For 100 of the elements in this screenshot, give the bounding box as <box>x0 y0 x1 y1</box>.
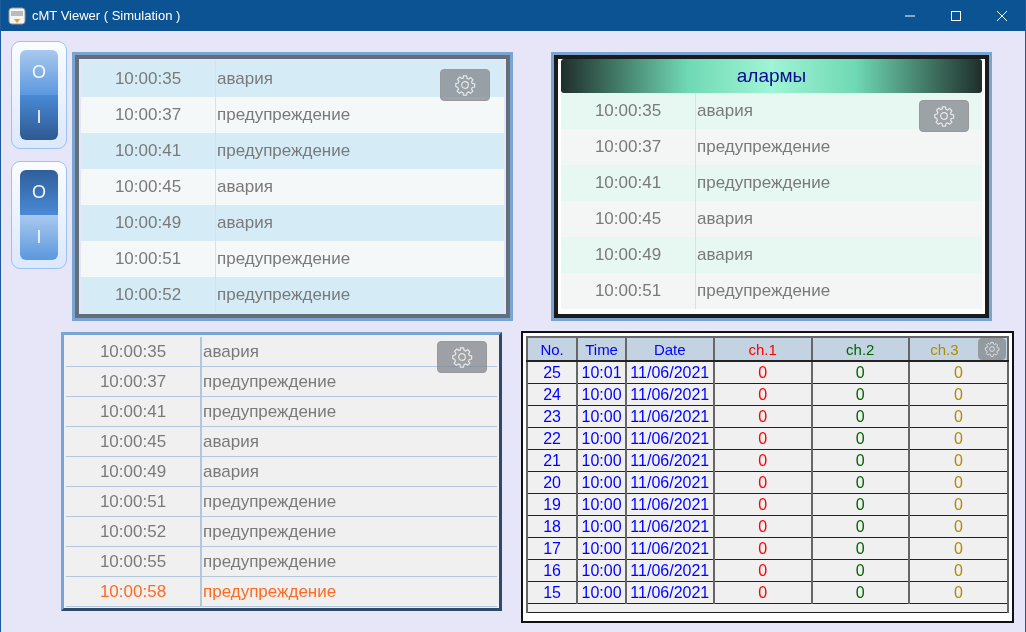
alarm-message: авария <box>216 177 273 197</box>
alarm-message: авария <box>202 431 259 452</box>
table-cell: 0 <box>908 581 1008 604</box>
alarm-message: предупреждение <box>216 285 351 305</box>
table-cell: 20 <box>527 471 578 494</box>
table-cell: 11/06/2021 <box>625 559 714 582</box>
table-cell: 18 <box>527 515 578 538</box>
settings-button[interactable] <box>437 341 487 373</box>
table-cell: 0 <box>908 471 1008 494</box>
alarm-time: 10:00:41 <box>66 397 202 426</box>
table-cell: 0 <box>713 361 812 384</box>
table-cell: 10:00 <box>577 471 626 494</box>
alarm-time: 10:00:55 <box>66 547 202 576</box>
table-cell: 10:00 <box>577 581 626 604</box>
alarm-message: предупреждение <box>216 141 351 161</box>
switch-label: I <box>20 95 58 140</box>
table-cell: 0 <box>713 581 812 604</box>
settings-icon <box>454 74 476 96</box>
table-cell: 0 <box>908 449 1008 472</box>
table-cell: 0 <box>713 515 812 538</box>
column-header: Time <box>577 337 626 361</box>
table-cell: 0 <box>811 449 909 472</box>
table-cell: 10:00 <box>577 427 626 450</box>
table-cell: 11/06/2021 <box>625 427 714 450</box>
table-cell: 10:00 <box>577 515 626 538</box>
alarm-message: предупреждение <box>696 173 831 193</box>
alarm-message: предупреждение <box>696 137 831 157</box>
table-cell: 0 <box>811 361 909 384</box>
table-cell: 10:00 <box>577 537 626 560</box>
settings-button[interactable] <box>919 100 969 132</box>
settings-icon <box>451 346 473 368</box>
table-cell: 19 <box>527 493 578 516</box>
table-cell: 0 <box>811 471 909 494</box>
column-header: No. <box>527 337 578 361</box>
table-cell: 10:01 <box>577 361 626 384</box>
alarm-message: предупреждение <box>696 281 831 301</box>
table-cell: 0 <box>908 537 1008 560</box>
alarm-message: авария <box>696 245 753 265</box>
table-cell: 0 <box>811 515 909 538</box>
alarm-time: 10:00:37 <box>66 367 202 396</box>
rocker-switch[interactable]: O I <box>11 161 67 269</box>
alarm-time: 10:00:58 <box>66 577 202 606</box>
table-cell: 22 <box>527 427 578 450</box>
app-icon <box>8 6 26 25</box>
table-cell: 25 <box>527 361 578 384</box>
table-cell: 0 <box>713 559 812 582</box>
table-cell: 0 <box>811 559 909 582</box>
window-title: cMT Viewer ( Simulation ) <box>32 8 181 23</box>
alarm-time: 10:00:52 <box>66 517 202 546</box>
settings-button[interactable] <box>440 69 490 101</box>
alarm-message: предупреждение <box>202 491 337 512</box>
table-cell: 10:00 <box>577 449 626 472</box>
table-cell: 11/06/2021 <box>625 515 714 538</box>
table-cell: 24 <box>527 383 578 406</box>
table-cell: 11/06/2021 <box>625 405 714 428</box>
table-cell: 21 <box>527 449 578 472</box>
alarm-message: авария <box>696 101 753 121</box>
settings-button[interactable] <box>978 338 1006 360</box>
table-cell: 0 <box>713 449 812 472</box>
alarm-message: авария <box>202 341 259 362</box>
table-cell: 0 <box>811 581 909 604</box>
alarm-message: авария <box>216 69 273 89</box>
table-cell: 0 <box>908 515 1008 538</box>
table-cell: 0 <box>713 493 812 516</box>
table-cell: 0 <box>811 493 909 516</box>
alarm-message: предупреждение <box>216 249 351 269</box>
alarm-message: предупреждение <box>202 551 337 572</box>
table-cell: 0 <box>713 537 812 560</box>
table-cell: 11/06/2021 <box>625 471 714 494</box>
table-cell: 17 <box>527 537 578 560</box>
column-header: ch.2 <box>811 337 909 361</box>
table-cell: 11/06/2021 <box>625 537 714 560</box>
alarm-time: 10:00:51 <box>561 273 696 309</box>
table-cell: 10:00 <box>577 493 626 516</box>
switch-label: O <box>20 50 58 95</box>
table-cell: 11/06/2021 <box>625 383 714 406</box>
table-cell: 0 <box>811 405 909 428</box>
column-header: ch.1 <box>713 337 812 361</box>
switch-label: I <box>20 215 58 260</box>
alarm-message: предупреждение <box>216 105 351 125</box>
table-cell: 0 <box>713 471 812 494</box>
rocker-switch[interactable]: O I <box>11 41 67 149</box>
alarm-message: авария <box>216 213 273 233</box>
table-cell: 0 <box>908 427 1008 450</box>
alarm-time: 10:00:49 <box>66 457 202 486</box>
alarm-time: 10:00:45 <box>66 427 202 456</box>
alarm-message: предупреждение <box>202 401 337 422</box>
table-cell: 10:00 <box>577 383 626 406</box>
table-cell: 0 <box>908 383 1008 406</box>
table-cell: 11/06/2021 <box>625 493 714 516</box>
table-cell: 0 <box>811 537 909 560</box>
alarm-message: предупреждение <box>202 371 337 392</box>
alarm-time: 10:00:52 <box>81 277 216 313</box>
close-icon <box>997 10 1007 21</box>
table-cell: 0 <box>908 559 1008 582</box>
table-cell: 11/06/2021 <box>625 449 714 472</box>
table-cell: 0 <box>713 405 812 428</box>
settings-icon <box>933 105 955 127</box>
table-cell: 0 <box>908 493 1008 516</box>
table-cell: 10:00 <box>577 405 626 428</box>
